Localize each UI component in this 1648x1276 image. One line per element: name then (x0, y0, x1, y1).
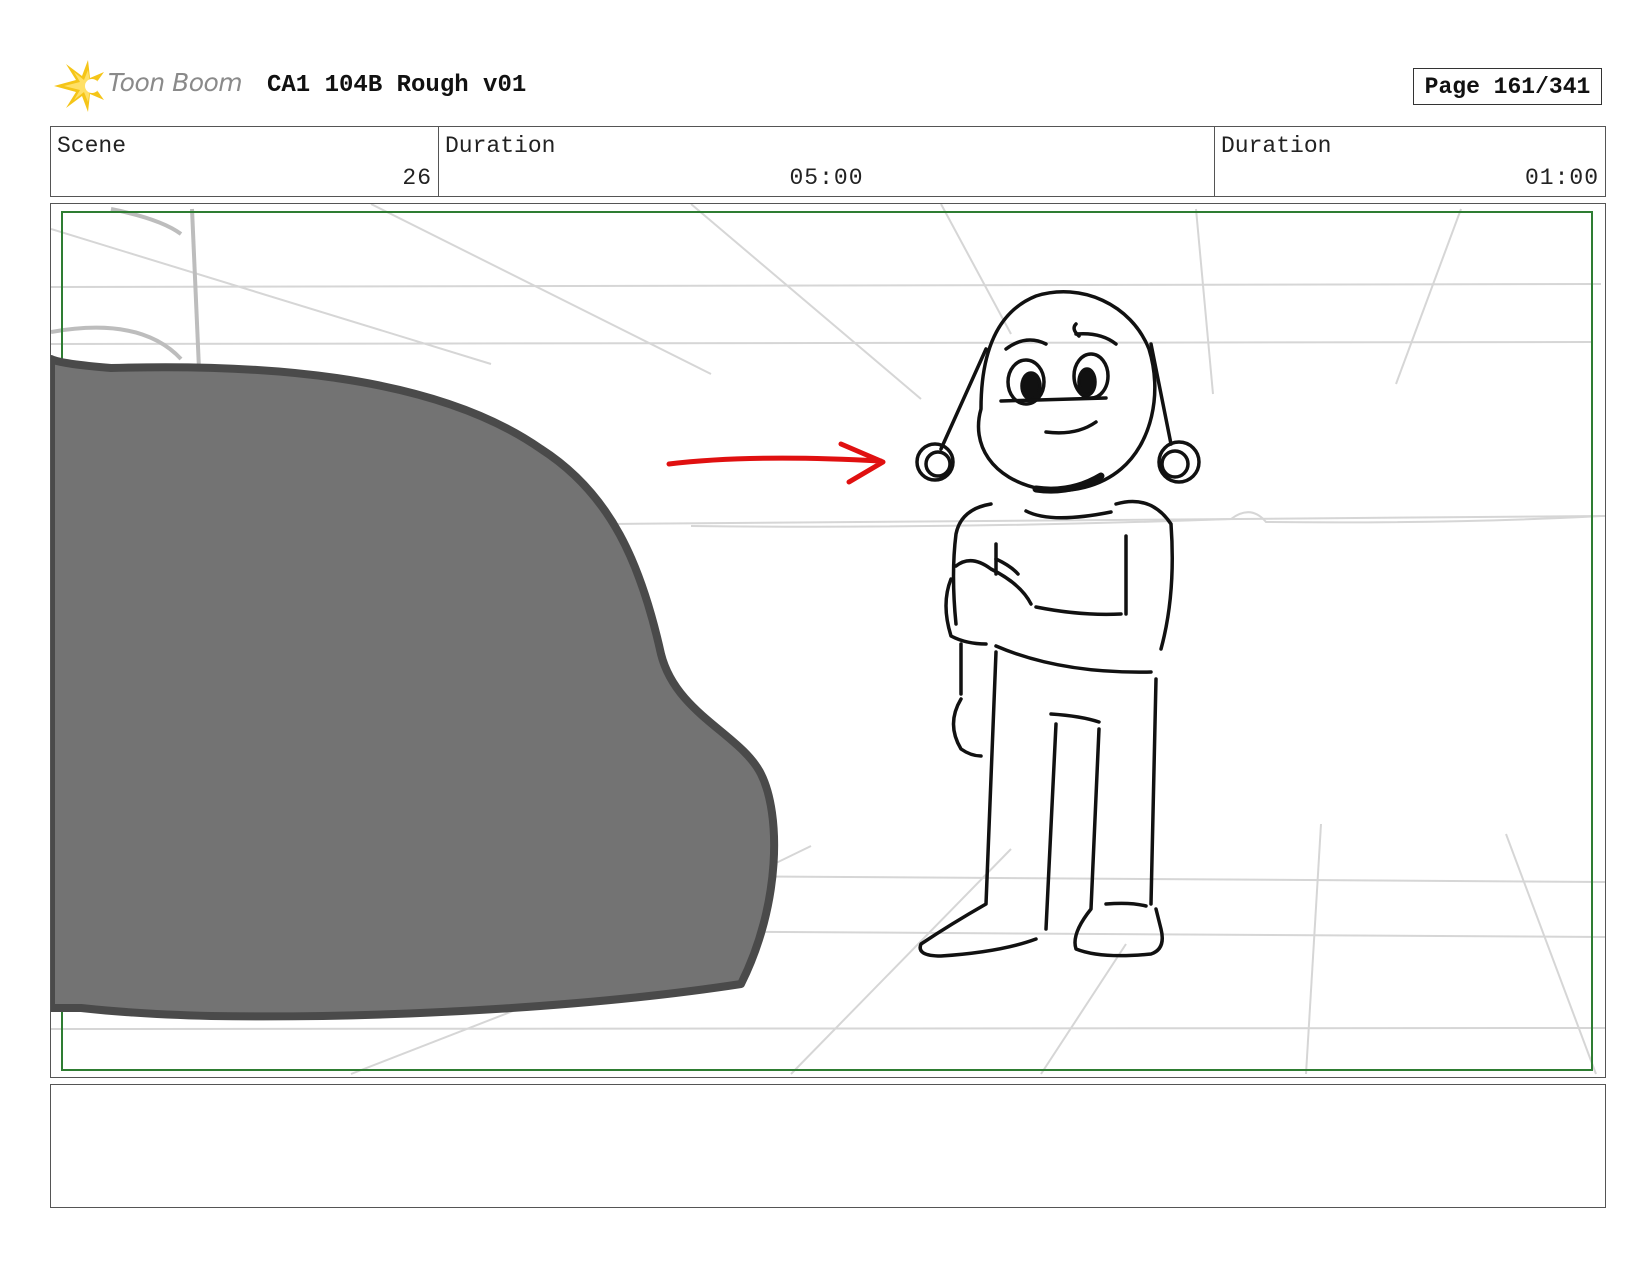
scene-value: 26 (402, 165, 432, 191)
page-indicator: Page 161/341 (1413, 68, 1602, 105)
duration-label: Duration (445, 133, 556, 159)
scene-info-row: Scene 26 Duration 05:00 Duration 01:00 (50, 126, 1606, 197)
panel-duration-label: Duration (1221, 133, 1332, 159)
storyboard-panel (50, 203, 1606, 1078)
toon-boom-logo: Toon Boom (52, 58, 252, 114)
panel-duration-value: 01:00 (1524, 165, 1599, 191)
character-sketch (915, 290, 1201, 958)
scene-label: Scene (57, 133, 127, 159)
panel-notes (50, 1084, 1606, 1208)
scene-cell: Scene 26 (51, 127, 439, 196)
duration-value: 05:00 (789, 165, 864, 191)
document-title: CA1 104B Rough v01 (267, 72, 527, 99)
panel-drawing (51, 204, 1605, 1075)
logo-wordmark: Toon Boom (108, 68, 243, 97)
foreground-rock (51, 355, 779, 1021)
toon-boom-flash-icon (54, 60, 104, 112)
direction-arrow (666, 441, 886, 485)
duration-cell: Duration 05:00 (439, 127, 1215, 196)
background-pole (51, 207, 201, 370)
storyboard-header: Toon Boom CA1 104B Rough v01 (52, 58, 1602, 118)
panel-duration-cell: Duration 01:00 (1215, 127, 1605, 196)
